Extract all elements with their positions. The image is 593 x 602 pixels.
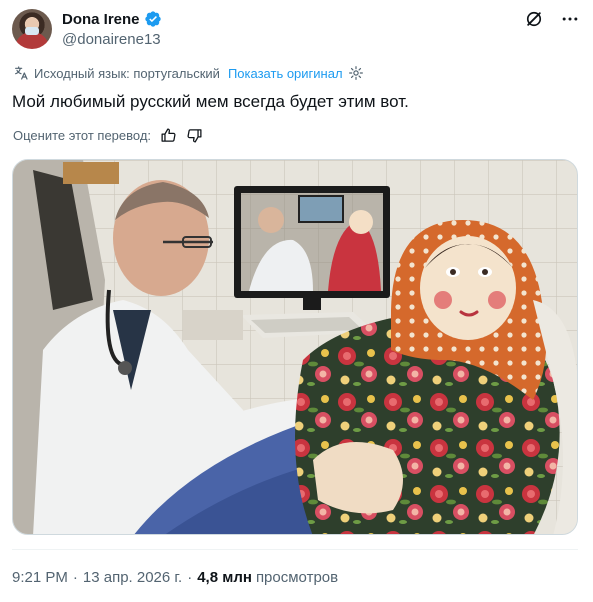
show-original-link[interactable]: Показать оригинал <box>228 66 343 81</box>
meta-separator: · <box>72 569 78 586</box>
views-label: просмотров <box>255 569 339 586</box>
translate-icon <box>13 65 29 81</box>
views-count: 4,8 млн <box>197 569 252 586</box>
tweet-text: Мой любимый русский мем всегда будет эти… <box>12 92 409 111</box>
divider <box>12 549 578 550</box>
name-row: Dona Irene <box>62 10 162 28</box>
tweet-photo[interactable] <box>12 159 578 535</box>
tweet-date[interactable]: 13 апр. 2026 г. <box>83 569 182 586</box>
translation-source-label: Исходный язык: португальский <box>34 65 220 81</box>
tweet-time[interactable]: 9:21 PM <box>12 569 68 586</box>
thumbs-down-icon[interactable] <box>185 126 203 144</box>
avatar-mask-detail <box>25 27 39 35</box>
header-actions <box>523 8 581 30</box>
display-name[interactable]: Dona Irene <box>62 11 140 28</box>
rate-translation-label: Оцените этот перевод: <box>13 127 152 143</box>
tweet-meta: 9:21 PM · 13 апр. 2026 г. · 4,8 млн прос… <box>12 569 338 586</box>
avatar[interactable] <box>12 9 52 49</box>
tweet-header: Dona Irene @donairene13 <box>12 8 581 52</box>
grok-slash-icon[interactable] <box>523 8 545 30</box>
meta-separator-2: · <box>187 569 193 586</box>
photo-illustration <box>13 160 577 534</box>
verified-badge-icon <box>144 10 162 28</box>
translation-settings-gear-icon[interactable] <box>348 65 364 81</box>
thumbs-up-icon[interactable] <box>159 126 177 144</box>
more-icon[interactable] <box>559 8 581 30</box>
translation-row: Исходный язык: португальский Показать ор… <box>13 65 364 81</box>
rate-translation-row: Оцените этот перевод: <box>13 126 203 144</box>
user-handle[interactable]: @donairene13 <box>62 31 161 48</box>
